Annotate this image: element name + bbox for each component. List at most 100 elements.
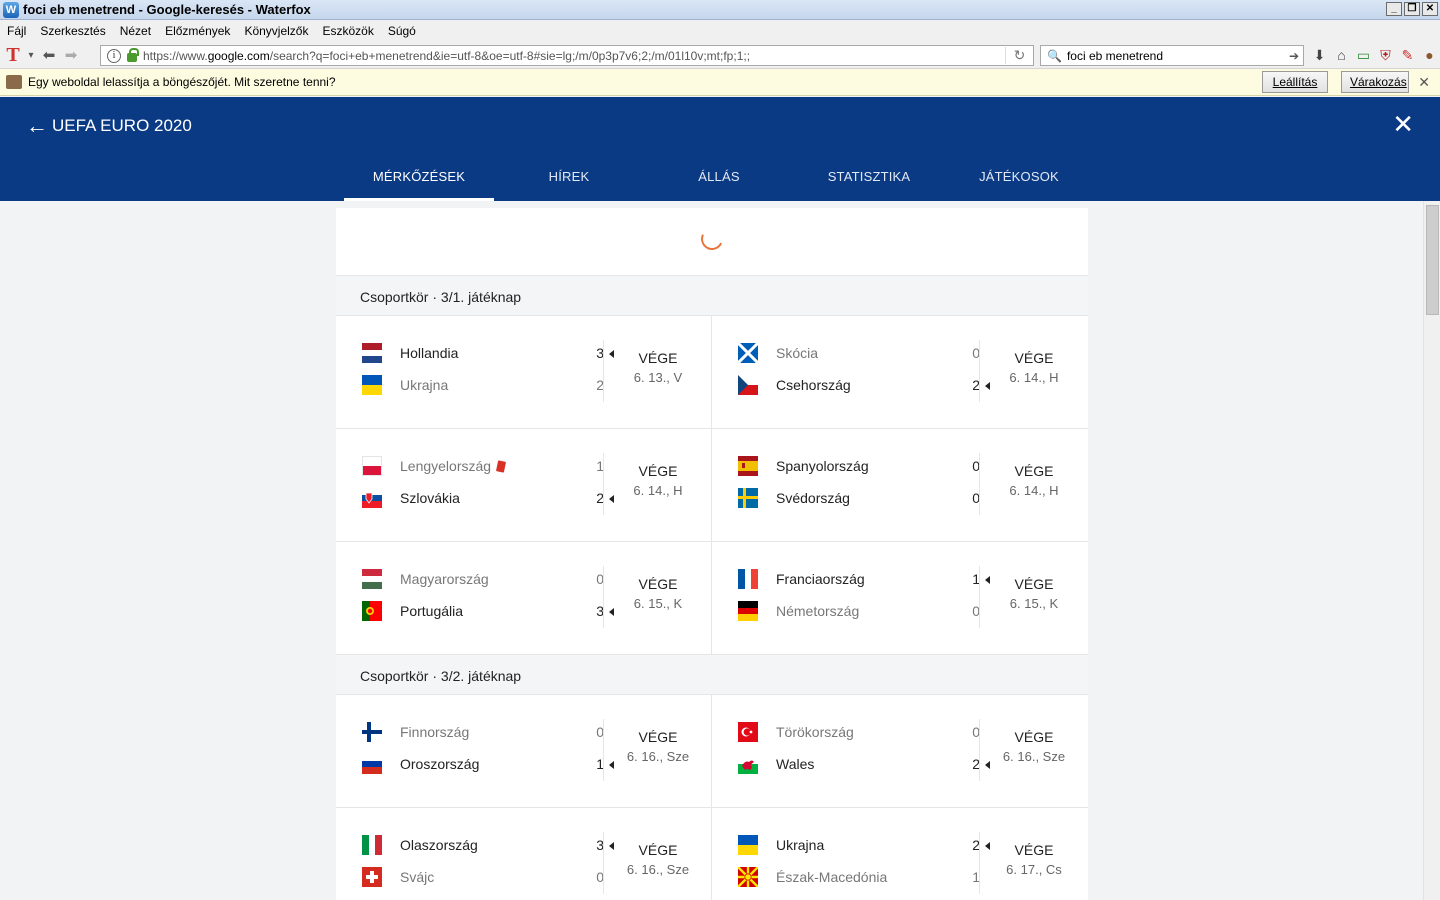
status-label: VÉGE [1014,576,1054,592]
fr-flag-icon [738,569,758,589]
status-label: VÉGE [638,729,678,745]
team-name: Ukrajna [776,837,825,853]
group-header: Csoportkör · 3/1. játéknap [336,276,1088,316]
matches-panel[interactable]: Csoportkör · 3/1. játéknap Hollandia 3 Ukra… [336,208,1088,900]
info-icon[interactable]: i [107,48,121,63]
forward-arrow-icon[interactable]: ➡ [60,44,82,66]
team-score: 0 [972,724,980,740]
go-arrow-icon[interactable]: ➔ [1289,49,1299,63]
match-card[interactable]: Spanyolország 0 Svédország 0 VÉGE 6. 14., H [712,429,1088,541]
team-score: 3 [596,603,604,619]
tab-matches[interactable]: MÉRKŐZÉSEK [344,159,494,201]
home-icon[interactable]: ⌂ [1332,45,1351,65]
status-label: VÉGE [1014,729,1054,745]
match-status: VÉGE 6. 15., K [980,576,1088,611]
search-bar[interactable]: 🔍 foci eb menetrend ➔ [1040,45,1304,66]
tab-players[interactable]: JÁTÉKOSOK [944,159,1094,201]
restore-button[interactable]: ❐ [1404,2,1420,16]
match-card[interactable]: Skócia 0 Csehország 2 VÉGE 6. 14., H [712,316,1088,428]
match-date: 6. 16., Sze [626,862,690,877]
match-date: 6. 17., Cs [1006,862,1062,877]
team-score: 2 [972,377,980,393]
match-status: VÉGE 6. 14., H [604,463,712,498]
t-extension-icon[interactable]: T [2,44,24,66]
match-status: VÉGE 6. 16., Sze [604,729,712,764]
match-row: Lengyelország 1 Szlovákia 2 VÉGE 6. 14., H Spa… [336,429,1088,542]
team-line: Hollandia 3 [362,342,614,364]
hu-flag-icon [362,569,382,589]
back-arrow-icon[interactable]: ← [26,113,48,139]
team-line: Ukrajna 2 [738,834,990,856]
window-title: foci eb menetrend - Google-keresés - Wat… [23,2,311,17]
match-row: Olaszország 3 Svájc 0 VÉGE 6. 16., Sze Ukrajna… [336,808,1088,900]
close-icon[interactable]: ✕ [1392,111,1414,137]
close-window-button[interactable]: ✕ [1422,2,1438,16]
match-card[interactable]: Olaszország 3 Svájc 0 VÉGE 6. 16., Sze [336,808,712,900]
team-score: 1 [596,756,604,772]
match-row: Magyarország 0 Portugália 3 VÉGE 6. 15., K Fra… [336,542,1088,655]
cookie-icon[interactable]: ● [1420,45,1439,65]
minimize-button[interactable]: _ [1386,2,1402,16]
menu-view[interactable]: Nézet [113,24,158,38]
match-card[interactable]: Finnország 0 Oroszország 1 VÉGE 6. 16., Sze [336,695,712,807]
team-name: Törökország [776,724,854,740]
menu-bookmarks[interactable]: Könyvjelzők [237,24,315,38]
url-bar[interactable]: i https://www.google.com/search?q=foci+e… [100,45,1034,66]
team-line: Svájc 0 [362,866,604,888]
team-score: 1 [972,571,980,587]
dropdown-arrow-icon[interactable]: ▾ [24,44,38,66]
mk-flag-icon [738,867,758,887]
back-arrow-icon[interactable]: ⬅ [38,44,60,66]
lock-icon[interactable] [127,47,139,62]
wait-button[interactable]: Várakozás [1341,71,1409,93]
match-card[interactable]: Ukrajna 2 Észak-Macedónia 1 VÉGE 6. 17., Cs [712,808,1088,900]
stop-button[interactable]: Leállítás [1262,71,1328,93]
team-name: Szlovákia [400,490,460,506]
page-scrollbar[interactable] [1423,201,1440,900]
sco-flag-icon [738,343,758,363]
team-line: Svédország 0 [738,487,980,509]
status-label: VÉGE [638,842,678,858]
team-score: 0 [972,490,980,506]
match-card[interactable]: Törökország 0 Wales 2 VÉGE 6. 16., Sze [712,695,1088,807]
tab-bar: MÉRKŐZÉSEK HÍREK ÁLLÁS STATISZTIKA JÁTÉK… [344,159,1094,201]
download-icon[interactable]: ⬇ [1310,45,1329,65]
match-card[interactable]: Franciaország 1 Németország 0 VÉGE 6. 15., K [712,542,1088,654]
search-input[interactable]: foci eb menetrend [1067,49,1163,63]
team-line: Olaszország 3 [362,834,614,856]
status-label: VÉGE [1014,463,1054,479]
screen-icon[interactable]: ▭ [1354,45,1373,65]
team-line: Törökország 0 [738,721,980,743]
team-score: 0 [596,724,604,740]
tab-news[interactable]: HÍREK [494,159,644,201]
group-header: Csoportkör · 3/2. játéknap [336,655,1088,695]
team-score: 2 [972,756,980,772]
tab-standings[interactable]: ÁLLÁS [644,159,794,201]
url-text[interactable]: https://www.google.com/search?q=foci+eb+… [143,49,1005,63]
menu-bar: Fájl Szerkesztés Nézet Előzmények Könyvj… [0,20,1440,42]
match-card[interactable]: Magyarország 0 Portugália 3 VÉGE 6. 15., K [336,542,712,654]
ublock-icon[interactable]: ⛨ [1376,45,1395,65]
scrollbar-thumb[interactable] [1426,205,1439,315]
pdf-icon[interactable]: ✎ [1398,45,1417,65]
team-name: Csehország [776,377,851,393]
team-name: Svájc [400,869,435,885]
menu-help[interactable]: Súgó [381,24,423,38]
menu-file[interactable]: Fájl [0,24,33,38]
se-flag-icon [738,488,758,508]
menu-tools[interactable]: Eszközök [315,24,380,38]
tab-statistics[interactable]: STATISZTIKA [794,159,944,201]
menu-history[interactable]: Előzmények [158,24,237,38]
team-line: Csehország 2 [738,374,990,396]
team-line: Észak-Macedónia 1 [738,866,980,888]
match-card[interactable]: Lengyelország 1 Szlovákia 2 VÉGE 6. 14., H [336,429,712,541]
menu-edit[interactable]: Szerkesztés [33,24,112,38]
close-icon[interactable]: ✕ [1418,74,1430,91]
toolbar-icons: ⬇ ⌂ ▭ ⛨ ✎ ● [1310,45,1439,65]
notification-text: Egy weboldal lelassítja a böngészőjét. M… [28,75,336,89]
status-label: VÉGE [1014,842,1054,858]
reload-icon[interactable]: ↻ [1005,47,1033,64]
match-card[interactable]: Hollandia 3 Ukrajna 2 VÉGE 6. 13., V [336,316,712,428]
window-titlebar: W foci eb menetrend - Google-keresés - W… [0,0,1440,20]
team-name: Oroszország [400,756,480,772]
